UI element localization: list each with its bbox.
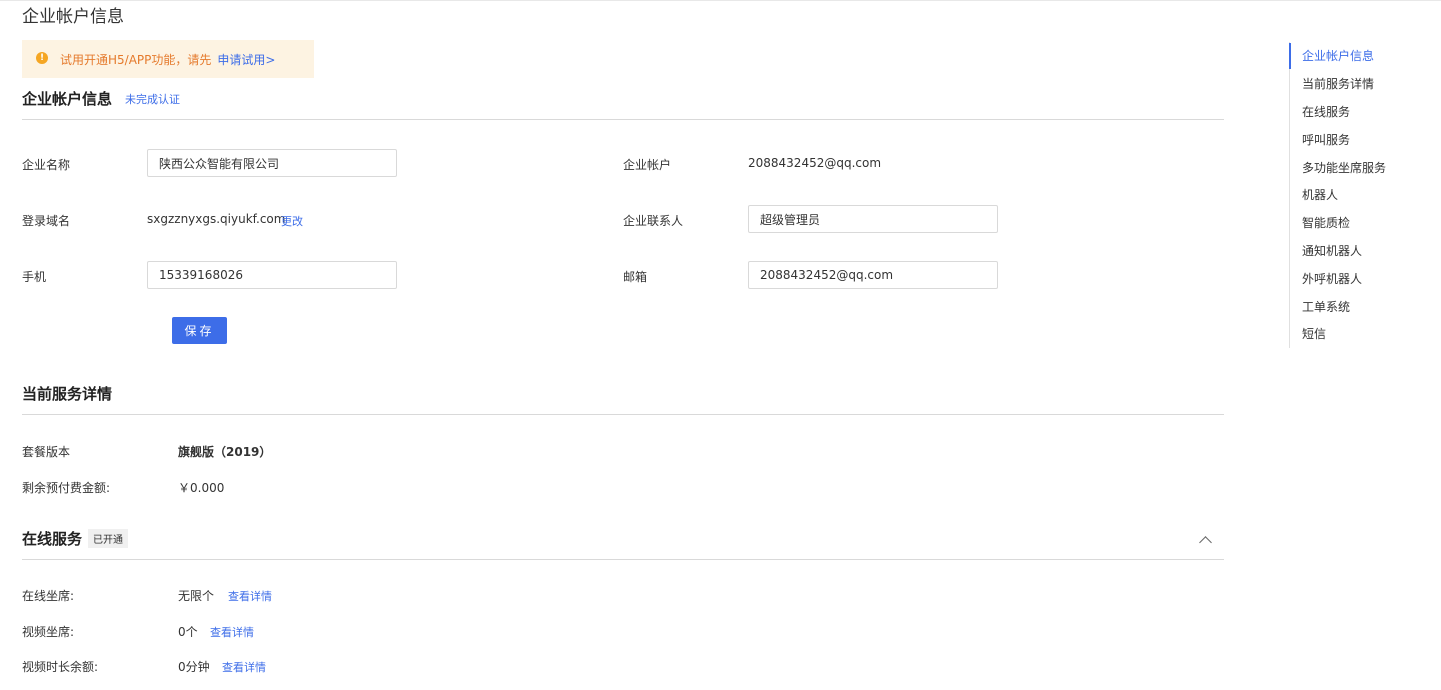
package-label: 套餐版本 (22, 445, 71, 459)
status-badge: 已开通 (88, 529, 129, 548)
online-seats-detail-link[interactable]: 查看详情 (228, 588, 272, 604)
nav-item-online-service[interactable]: 在线服务 (1290, 98, 1429, 126)
service-section-title: 当前服务详情 (22, 385, 113, 403)
company-name-label: 企业名称 (22, 158, 71, 172)
verification-status-link[interactable]: 未完成认证 (125, 91, 180, 107)
nav-item-ticket-system[interactable]: 工单系统 (1290, 292, 1429, 320)
page-title: 企业帐户信息 (22, 7, 124, 27)
trial-alert: ! 试用开通H5/APP功能，请先 申请试用> (22, 40, 314, 78)
chevron-up-icon[interactable] (1199, 536, 1212, 549)
company-name-input[interactable] (147, 149, 397, 177)
account-value: 2088432452@qq.com (748, 156, 882, 170)
online-seats-label: 在线坐席: (22, 589, 75, 603)
change-domain-link[interactable]: 更改 (281, 213, 303, 229)
contact-label: 企业联系人 (623, 214, 684, 228)
warning-icon: ! (36, 52, 48, 64)
phone-input[interactable] (147, 261, 397, 289)
domain-label: 登录域名 (22, 214, 71, 228)
nav-item-call-service[interactable]: 呼叫服务 (1290, 125, 1429, 153)
online-section-title: 在线服务 (22, 530, 83, 548)
domain-value: sxgzznyxgs.qiyukf.com (147, 212, 286, 226)
nav-item-outbound-robot[interactable]: 外呼机器人 (1290, 264, 1429, 292)
video-seats-label: 视频坐席: (22, 625, 75, 639)
online-section-header: 在线服务 已开通 (22, 528, 1224, 560)
top-border (0, 0, 1441, 1)
balance-value: ￥0.000 (178, 481, 225, 495)
video-time-detail-link[interactable]: 查看详情 (222, 659, 266, 675)
save-button[interactable]: 保存 (172, 317, 227, 344)
online-seats-value: 无限个 (178, 589, 215, 603)
video-seats-detail-link[interactable]: 查看详情 (210, 624, 254, 640)
video-time-label: 视频时长余额: (22, 660, 99, 674)
service-section-header: 当前服务详情 (22, 383, 1224, 415)
email-input[interactable] (748, 261, 998, 289)
email-label: 邮箱 (623, 270, 648, 284)
nav-item-notify-robot[interactable]: 通知机器人 (1290, 237, 1429, 265)
apply-trial-link[interactable]: 申请试用> (217, 51, 275, 68)
video-seats-value: 0个 (178, 625, 198, 639)
side-nav: 企业帐户信息 当前服务详情 在线服务 呼叫服务 多功能坐席服务 机器人 智能质检… (1289, 42, 1429, 348)
account-label: 企业帐户 (623, 158, 672, 172)
nav-item-robot[interactable]: 机器人 (1290, 181, 1429, 209)
nav-item-sms[interactable]: 短信 (1290, 320, 1429, 348)
account-section-header: 企业帐户信息 未完成认证 (22, 88, 1224, 120)
package-value: 旗舰版（2019） (178, 445, 272, 459)
balance-label: 剩余预付费金额: (22, 481, 111, 495)
video-time-value: 0分钟 (178, 660, 210, 674)
phone-label: 手机 (22, 270, 47, 284)
contact-input[interactable] (748, 205, 998, 233)
nav-item-quality-check[interactable]: 智能质检 (1290, 209, 1429, 237)
account-section-title: 企业帐户信息 (22, 90, 113, 108)
alert-text: 试用开通H5/APP功能，请先 (60, 52, 212, 67)
nav-item-service-detail[interactable]: 当前服务详情 (1290, 70, 1429, 98)
nav-item-account[interactable]: 企业帐户信息 (1289, 42, 1429, 70)
nav-item-multi-seat[interactable]: 多功能坐席服务 (1290, 153, 1429, 181)
